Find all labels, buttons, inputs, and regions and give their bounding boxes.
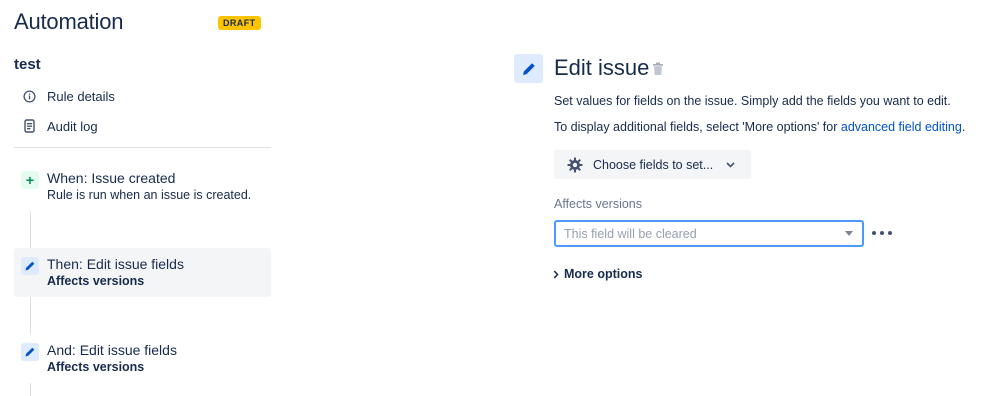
select-placeholder: This field will be cleared <box>564 226 697 241</box>
choose-fields-label: Choose fields to set... <box>593 157 714 172</box>
pencil-icon <box>514 54 543 83</box>
choose-fields-button[interactable]: Choose fields to set... <box>554 150 751 179</box>
plus-icon: + <box>21 171 39 189</box>
step-title: And: Edit issue fields <box>47 342 177 358</box>
field-label: Affects versions <box>554 197 643 211</box>
nav-item-rule-details[interactable]: Rule details <box>14 85 115 107</box>
step-title: Then: Edit issue fields <box>47 256 184 272</box>
chevron-right-icon <box>553 269 561 279</box>
more-options-toggle[interactable]: More options <box>553 267 642 281</box>
step-subtitle: Affects versions <box>47 274 145 288</box>
nav-item-label: Audit log <box>47 118 98 134</box>
step-subtitle: Rule is run when an issue is created. <box>47 188 252 202</box>
step-action-and[interactable]: And: Edit issue fields Affects versions <box>14 334 271 383</box>
step-subtitle: Affects versions <box>47 360 145 374</box>
chevron-down-icon <box>725 160 735 170</box>
panel-help-text: To display additional fields, select 'Mo… <box>554 120 965 134</box>
help-text-suffix: . <box>961 120 966 134</box>
info-icon <box>20 87 38 105</box>
nav-item-label: Rule details <box>47 88 115 104</box>
document-icon <box>20 117 38 135</box>
page-title: Automation <box>14 9 124 34</box>
step-title: When: Issue created <box>47 170 176 186</box>
step-trigger[interactable]: + When: Issue created Rule is run when a… <box>14 162 271 211</box>
rule-name: test <box>14 56 41 73</box>
caret-down-icon <box>845 231 853 236</box>
nav-item-audit-log[interactable]: Audit log <box>14 115 98 137</box>
step-action-then[interactable]: Then: Edit issue fields Affects versions <box>14 248 271 297</box>
more-options-label: More options <box>564 267 643 281</box>
trash-icon[interactable] <box>652 62 664 76</box>
panel-description: Set values for fields on the issue. Simp… <box>554 94 951 108</box>
gear-icon <box>566 156 584 174</box>
status-badge: DRAFT <box>218 16 261 30</box>
panel-title: Edit issue <box>554 55 650 80</box>
advanced-field-editing-link[interactable]: advanced field editing <box>841 120 962 134</box>
help-text-prefix: To display additional fields, select 'Mo… <box>554 120 841 134</box>
pencil-icon <box>21 257 39 275</box>
divider <box>14 147 271 148</box>
pencil-icon <box>21 343 39 361</box>
more-actions-icon[interactable] <box>872 226 892 240</box>
affects-versions-select[interactable]: This field will be cleared <box>554 220 864 247</box>
